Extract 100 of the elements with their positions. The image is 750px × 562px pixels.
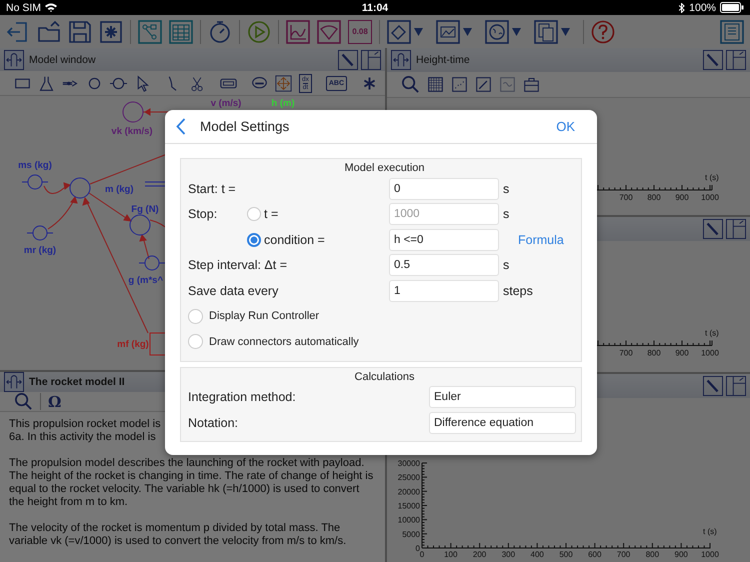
save-icon[interactable] [68, 20, 92, 44]
tick-label: 0 [420, 550, 424, 559]
search-icon[interactable] [14, 392, 33, 411]
toolbox-icon[interactable] [523, 76, 540, 93]
tick-label: 900 [675, 193, 689, 202]
unit-label: steps [503, 284, 533, 298]
panel-title: The rocket model II [29, 376, 125, 388]
notebook-icon[interactable] [720, 20, 744, 44]
move-arrows-icon[interactable] [275, 74, 292, 92]
stopwatch-icon[interactable] [208, 20, 232, 44]
exit-icon[interactable] [6, 20, 30, 44]
select-field[interactable]: Difference equation [429, 412, 576, 434]
field-label: Stop: [188, 207, 218, 222]
node-label: mf (kg) [117, 339, 149, 350]
panel-title: Height-time [416, 54, 470, 66]
input-field[interactable]: 0 [389, 178, 499, 200]
unit-label: s [503, 258, 510, 272]
node-label: mr (kg) [24, 245, 56, 256]
panel-title: Model window [29, 54, 96, 66]
tick-label: 800 [646, 550, 660, 559]
new-model-icon[interactable] [99, 20, 123, 44]
globe-dropdown[interactable] [485, 20, 521, 44]
option-label: Draw connectors automatically [209, 336, 359, 348]
flask-icon[interactable] [38, 74, 55, 92]
input-field[interactable]: 1000 [389, 203, 499, 226]
node-label: g (m*s^ [128, 275, 163, 286]
maximize-icon[interactable] [726, 376, 746, 396]
tick-label: 15000 [398, 502, 420, 510]
ok-button[interactable]: OK [556, 119, 575, 134]
tick-label: 20000 [398, 487, 420, 496]
checkbox[interactable] [188, 334, 203, 350]
play-icon[interactable] [247, 20, 271, 44]
node-label: m (kg) [105, 184, 134, 195]
tick-label: 900 [675, 348, 689, 358]
input-field[interactable]: h <=0 [389, 228, 499, 251]
tick-label: 400 [530, 550, 544, 559]
axis-label: t (s) [705, 173, 719, 182]
tick-label: 100 [444, 550, 458, 559]
tick-label: 30000 [398, 459, 420, 468]
tick-label: 600 [588, 550, 602, 559]
panel-grip-icon[interactable] [391, 50, 411, 70]
section-heading: Model execution [343, 161, 426, 176]
constant-node[interactable] [22, 174, 48, 190]
tick-label: 900 [674, 550, 688, 559]
radio-button[interactable] [247, 232, 261, 247]
pen-icon[interactable] [475, 76, 492, 93]
panel-grip-icon[interactable] [4, 372, 24, 392]
input-field[interactable]: 0.5 [389, 254, 499, 276]
caret-icon [414, 28, 423, 36]
tick-label: 500 [559, 550, 573, 559]
connector-arrow [48, 196, 78, 230]
back-icon[interactable] [176, 118, 186, 135]
maximize-icon[interactable] [361, 50, 381, 70]
formula-link[interactable]: Formula [518, 232, 564, 247]
input-field[interactable]: 1 [389, 280, 499, 302]
unit-label: s [503, 207, 510, 222]
panel-grip-icon[interactable] [4, 50, 24, 70]
help-icon[interactable] [591, 20, 615, 44]
speech-bubble-icon[interactable] [251, 74, 268, 92]
line-chart-icon[interactable] [499, 76, 516, 93]
variable-node[interactable] [70, 178, 90, 198]
image-dropdown[interactable] [436, 20, 472, 44]
tick-label: 700 [616, 550, 630, 559]
section-heading: Calculations [354, 370, 416, 384]
description-paragraph: The propulsion model describes the launching of the rocket with payload. The height of the rocket is changing in time. The rate of change of height is equal to the rocket velocity. The variable hk (=h/1000) is used to convert the height from m to km. [9, 457, 374, 509]
maximize-icon[interactable] [726, 50, 746, 70]
table-icon[interactable] [169, 20, 193, 44]
option-label: condition = [264, 232, 325, 247]
node-label: ms (kg) [18, 160, 52, 171]
axis-label: t (s) [703, 527, 717, 536]
value-button[interactable]: 0.08 [348, 20, 372, 44]
eraser-dropdown[interactable] [387, 20, 423, 44]
documents-dropdown[interactable] [534, 20, 570, 44]
dialog-title: Model Settings [200, 119, 290, 134]
diagram-icon[interactable] [138, 20, 162, 44]
field-label: Save data every [188, 284, 280, 298]
node-label: vk (km/s) [111, 126, 153, 137]
scatter-plot-icon[interactable] [451, 76, 468, 93]
constant-node[interactable] [138, 256, 166, 270]
symbol-tool[interactable]: Ω [48, 392, 62, 410]
variable-node[interactable] [122, 102, 144, 122]
checkbox[interactable] [188, 308, 203, 324]
tick-label: 200 [472, 550, 486, 559]
search-icon[interactable] [401, 75, 420, 94]
maximize-icon[interactable] [726, 219, 746, 239]
node-label: Fg (N) [131, 204, 159, 215]
select-field[interactable]: Euler [429, 386, 576, 408]
tick-label: 10000 [398, 516, 420, 525]
graph-icon[interactable] [286, 20, 310, 44]
folder-icon[interactable] [37, 20, 61, 44]
gauge-icon[interactable] [317, 20, 341, 44]
tick-label: 1000 [701, 193, 719, 202]
axis-label: t (s) [705, 328, 719, 338]
tick-label: 5000 [402, 530, 420, 539]
tick-label: 700 [619, 348, 633, 358]
grid-icon[interactable] [427, 76, 444, 93]
constant-node[interactable] [26, 226, 54, 240]
radio-button[interactable] [247, 207, 261, 222]
variable-node[interactable] [130, 214, 150, 236]
clock-time: 11:04 [362, 2, 388, 14]
